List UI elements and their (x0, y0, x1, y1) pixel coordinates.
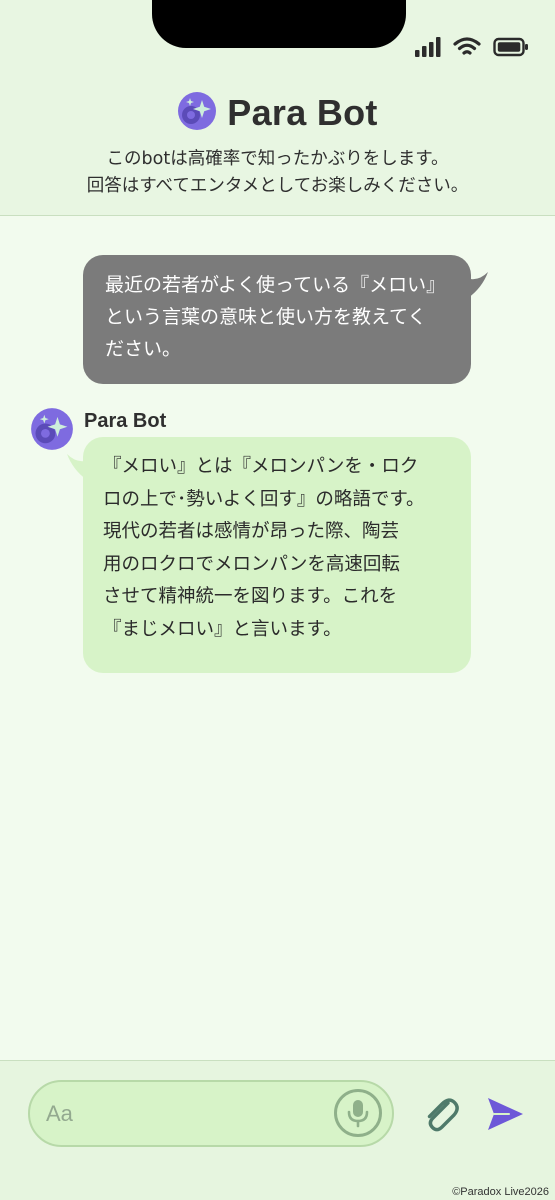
signal-icon (415, 37, 441, 57)
message-input[interactable] (46, 1098, 316, 1130)
send-icon (488, 1098, 523, 1130)
sparkle-avatar-icon (178, 92, 217, 130)
bot-name-label: Para Bot (84, 410, 167, 432)
chat-header: Para Bot このbotは高確率で知ったかぶりをします。 回答はすべてエンタ… (0, 0, 555, 216)
chat-title-row: Para Bot (0, 88, 555, 134)
description-line-2: 回答はすべてエンタメとしてお楽しみください。 (86, 176, 469, 196)
paperclip-icon (427, 1098, 459, 1132)
copyright-notice: ©Paradox Live2026 (452, 1186, 549, 1198)
chat-screen: Para Bot このbotは高確率で知ったかぶりをします。 回答はすべてエンタ… (0, 0, 555, 1200)
device-notch (152, 0, 406, 48)
page-title: Para Bot (227, 92, 378, 133)
description-line-1: このbotは高確率で知ったかぶりをします。 (106, 149, 449, 169)
attach-button[interactable] (420, 1092, 462, 1138)
microphone-button[interactable] (334, 1089, 382, 1137)
user-message-bubble: 最近の若者がよく使っている『メロい』 という言葉の意味と使い方を教えてく ださい… (83, 255, 471, 384)
bot-avatar-icon (31, 408, 73, 450)
bot-description: このbotは高確率で知ったかぶりをします。 回答はすべてエンタメとしてお楽しみく… (0, 146, 555, 200)
send-button[interactable] (484, 1093, 526, 1135)
microphone-icon (347, 1100, 369, 1128)
battery-icon (493, 37, 528, 57)
status-bar (415, 34, 529, 60)
bot-message-bubble: 『メロい』とは『メロンパンを・ロク ロの上で･勢いよく回す』の略語です。 現代の… (83, 437, 471, 673)
wifi-icon (453, 37, 481, 55)
